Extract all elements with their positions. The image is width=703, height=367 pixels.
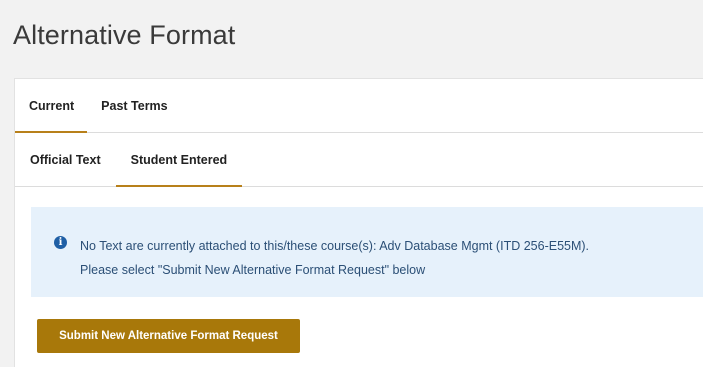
info-alert: i No Text are currently attached to this…	[31, 207, 703, 297]
tab-current[interactable]: Current	[15, 79, 88, 133]
text-source-tabs: Official Text Student Entered	[15, 133, 703, 187]
submit-request-button[interactable]: Submit New Alternative Format Request	[37, 319, 300, 353]
info-icon: i	[54, 236, 67, 249]
tab-student-entered[interactable]: Student Entered	[115, 133, 243, 187]
content-card: Current Past Terms Official Text Student…	[14, 78, 703, 367]
page-title: Alternative Format	[13, 20, 236, 50]
term-tabs: Current Past Terms	[15, 79, 703, 133]
alert-line-1: No Text are currently attached to this/t…	[80, 239, 590, 253]
tab-past-terms[interactable]: Past Terms	[87, 79, 181, 132]
alert-line-2: Please select "Submit New Alternative Fo…	[80, 263, 426, 277]
tab-official-text[interactable]: Official Text	[15, 133, 116, 186]
alert-message: No Text are currently attached to this/t…	[80, 234, 589, 282]
